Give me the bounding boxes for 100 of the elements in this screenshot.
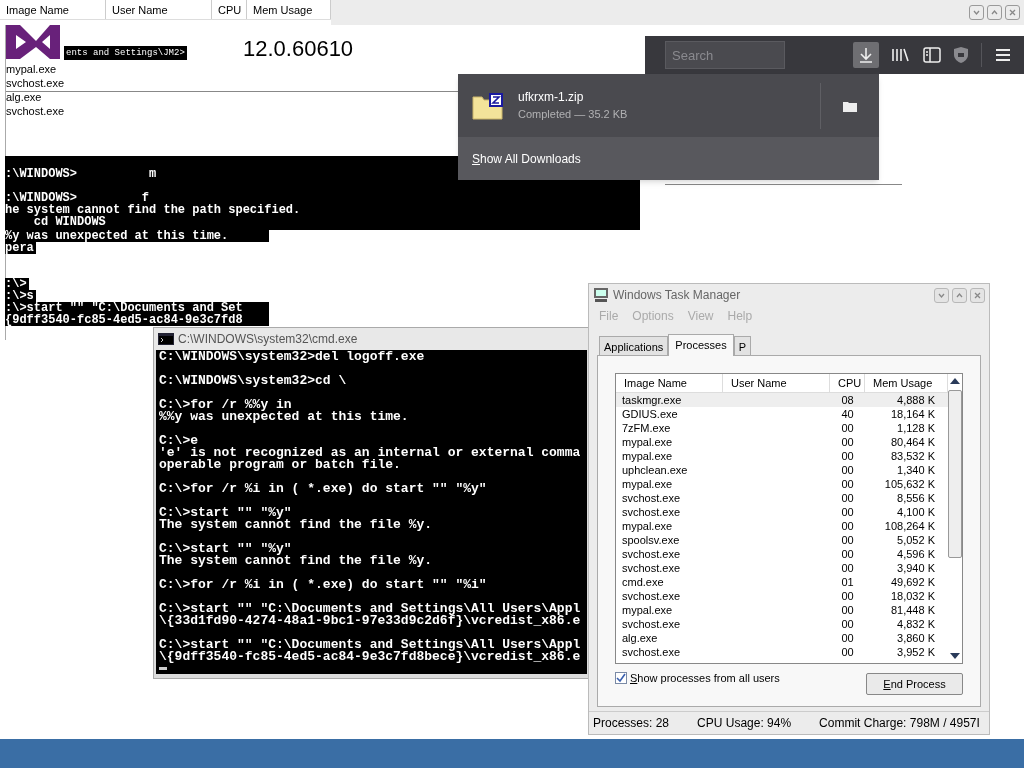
end-process-button[interactable]: End Process — [866, 673, 963, 695]
close-icon — [1008, 8, 1017, 17]
image-name-cell-text: mypal.exe — [621, 477, 674, 491]
console-line: C:\WINDOWS\system32>del logoff.exe — [159, 351, 425, 363]
image-name-cell-text: GDIUS.exe — [621, 407, 679, 421]
image-name-cell-text: mypal.exe — [621, 435, 674, 449]
close-button[interactable] — [1005, 5, 1020, 20]
process-row[interactable]: mypal.exe 00 83,532 K — [616, 449, 948, 463]
search-field[interactable]: Search — [665, 41, 785, 69]
console-line: 'e' is not recognized as an internal or external comma — [159, 447, 581, 459]
memory-cell-text: 5,052 K — [896, 533, 935, 547]
process-row[interactable]: 7zFM.exe 00 1,128 K — [616, 421, 948, 435]
checkbox[interactable] — [615, 672, 627, 685]
tab[interactable]: Applications — [599, 336, 669, 355]
console-line: C:\>e — [159, 435, 198, 447]
cpu-cell-text: 00 — [840, 519, 855, 533]
column-header[interactable]: Mem Usage — [865, 374, 948, 392]
scroll-thumb[interactable] — [948, 390, 962, 558]
memory-cell-text: 4,596 K — [896, 547, 935, 561]
status-text: Processes: 28 — [593, 715, 670, 732]
process-row[interactable]: mypal.exe 00 81,448 K — [616, 603, 948, 617]
scroll-up-icon[interactable] — [950, 378, 960, 384]
library-icon[interactable] — [891, 46, 911, 64]
console-line: \{9dff3540-fc85-4ed5-ac84-9e3c7fd8bece}\vcredist_x86.e — [159, 651, 581, 663]
column-header[interactable]: Image Name — [616, 374, 723, 392]
column-header[interactable]: User Name — [723, 374, 830, 392]
process-row[interactable]: mypal.exe 00 105,632 K — [616, 477, 948, 491]
process-row[interactable]: GDIUS.exe 40 18,164 K — [616, 407, 948, 421]
download-status: Completed — 35.2 KB — [518, 107, 628, 121]
console-line: The system cannot find the file %y. — [159, 519, 433, 531]
process-row[interactable]: svchost.exe 00 3,952 K — [616, 645, 948, 659]
process-row[interactable]: svchost.exe 00 4,596 K — [616, 547, 948, 561]
image-name-cell-text: uphclean.exe — [621, 463, 689, 477]
tab[interactable]: Processes — [668, 334, 734, 356]
console-line: cd WINDOWS — [33, 216, 106, 228]
process-name: alg.exe — [6, 90, 43, 104]
downloads-button[interactable] — [853, 42, 879, 68]
menu-icon[interactable] — [994, 47, 1012, 63]
download-item[interactable]: ufkrxm-1.zip Completed — 35.2 KB — [458, 74, 879, 137]
scroll-down-icon[interactable] — [950, 653, 960, 659]
console-line: C:\>for /r %%y in — [159, 399, 292, 411]
close-button[interactable] — [970, 287, 985, 303]
image-name-cell-text: mypal.exe — [621, 603, 674, 617]
cpu-cell-text: 00 — [840, 603, 855, 617]
computer-icon — [593, 287, 609, 303]
console-line: he system cannot find the path specified. — [5, 204, 301, 216]
cpu-cell-text: 00 — [840, 463, 855, 477]
cpu-cell-text: 00 — [840, 491, 855, 505]
process-row[interactable]: spoolsv.exe 00 5,052 K — [616, 533, 948, 547]
console-line: The system cannot find the file %y. — [159, 555, 433, 567]
console-line: :\WINDOWS> f — [5, 192, 150, 204]
image-name-cell-text: spoolsv.exe — [621, 533, 681, 547]
window-title: Windows Task Manager — [613, 287, 742, 304]
process-row[interactable]: mypal.exe 00 108,264 K — [616, 519, 948, 533]
memory-cell-text: 80,464 K — [889, 435, 935, 449]
show-all-downloads-button[interactable]: Show All Downloads — [458, 137, 879, 180]
cpu-cell-text: 00 — [840, 421, 855, 435]
process-row[interactable]: alg.exe 00 3,860 K — [616, 631, 948, 645]
memory-cell-text: 8,556 K — [896, 491, 935, 505]
minimize-button[interactable] — [969, 5, 984, 20]
column-header[interactable]: CPU — [212, 0, 247, 19]
status-text: CPU Usage: 94% — [697, 715, 792, 732]
cpu-cell-text: 00 — [840, 505, 855, 519]
process-row[interactable]: svchost.exe 00 3,940 K — [616, 561, 948, 575]
check-icon — [616, 673, 626, 684]
cpu-cell-text: 00 — [840, 645, 855, 659]
image-name-cell-text: svchost.exe — [621, 617, 682, 631]
shield-icon[interactable] — [953, 46, 969, 64]
column-header[interactable]: Image Name — [0, 0, 106, 19]
memory-cell-text: 1,128 K — [896, 421, 935, 435]
memory-cell-text: 105,632 K — [883, 477, 935, 491]
console-line: C:\WINDOWS\system32>cd \ — [159, 375, 347, 387]
process-row[interactable]: svchost.exe 00 4,832 K — [616, 617, 948, 631]
memory-cell-text: 4,832 K — [896, 617, 935, 631]
memory-cell-text: 4,100 K — [896, 505, 935, 519]
process-row[interactable]: uphclean.exe 00 1,340 K — [616, 463, 948, 477]
console-fragment: ents and Settings\JM2> — [64, 46, 187, 60]
cpu-cell-text: 00 — [840, 477, 855, 491]
console-line: C:\>for /r %i in ( *.exe) do start "" "%i" — [159, 579, 487, 591]
sidebar-icon[interactable] — [923, 47, 941, 63]
process-row[interactable]: taskmgr.exe 08 4,888 K — [616, 393, 948, 407]
image-name-cell-text: svchost.exe — [621, 589, 682, 603]
process-row[interactable]: svchost.exe 00 4,100 K — [616, 505, 948, 519]
process-row[interactable]: svchost.exe 00 18,032 K — [616, 589, 948, 603]
column-header[interactable]: User Name — [106, 0, 212, 19]
memory-cell-text: 3,860 K — [896, 631, 935, 645]
process-row[interactable]: svchost.exe 00 8,556 K — [616, 491, 948, 505]
minimize-button[interactable] — [934, 287, 949, 303]
cpu-cell-text: 40 — [840, 407, 855, 421]
memory-cell-text: 1,340 K — [896, 463, 935, 477]
maximize-button[interactable] — [987, 5, 1002, 20]
console-line: C:\>start "" "C:\Documents and Settings\All Users\Appl — [159, 639, 581, 651]
process-name: svchost.exe — [6, 104, 65, 118]
maximize-button[interactable] — [952, 287, 967, 303]
process-row[interactable]: mypal.exe 00 80,464 K — [616, 435, 948, 449]
console-line: C:\>for /r %i in ( *.exe) do start "" "%y" — [159, 483, 487, 495]
console-line: \{33d1fd90-4274-48a1-9bc1-97e33d9c2d6f}\vcredist_x86.e — [159, 615, 581, 627]
console-icon — [158, 333, 174, 345]
process-row[interactable]: cmd.exe 01 49,692 K — [616, 575, 948, 589]
column-header[interactable]: CPU — [830, 374, 865, 392]
